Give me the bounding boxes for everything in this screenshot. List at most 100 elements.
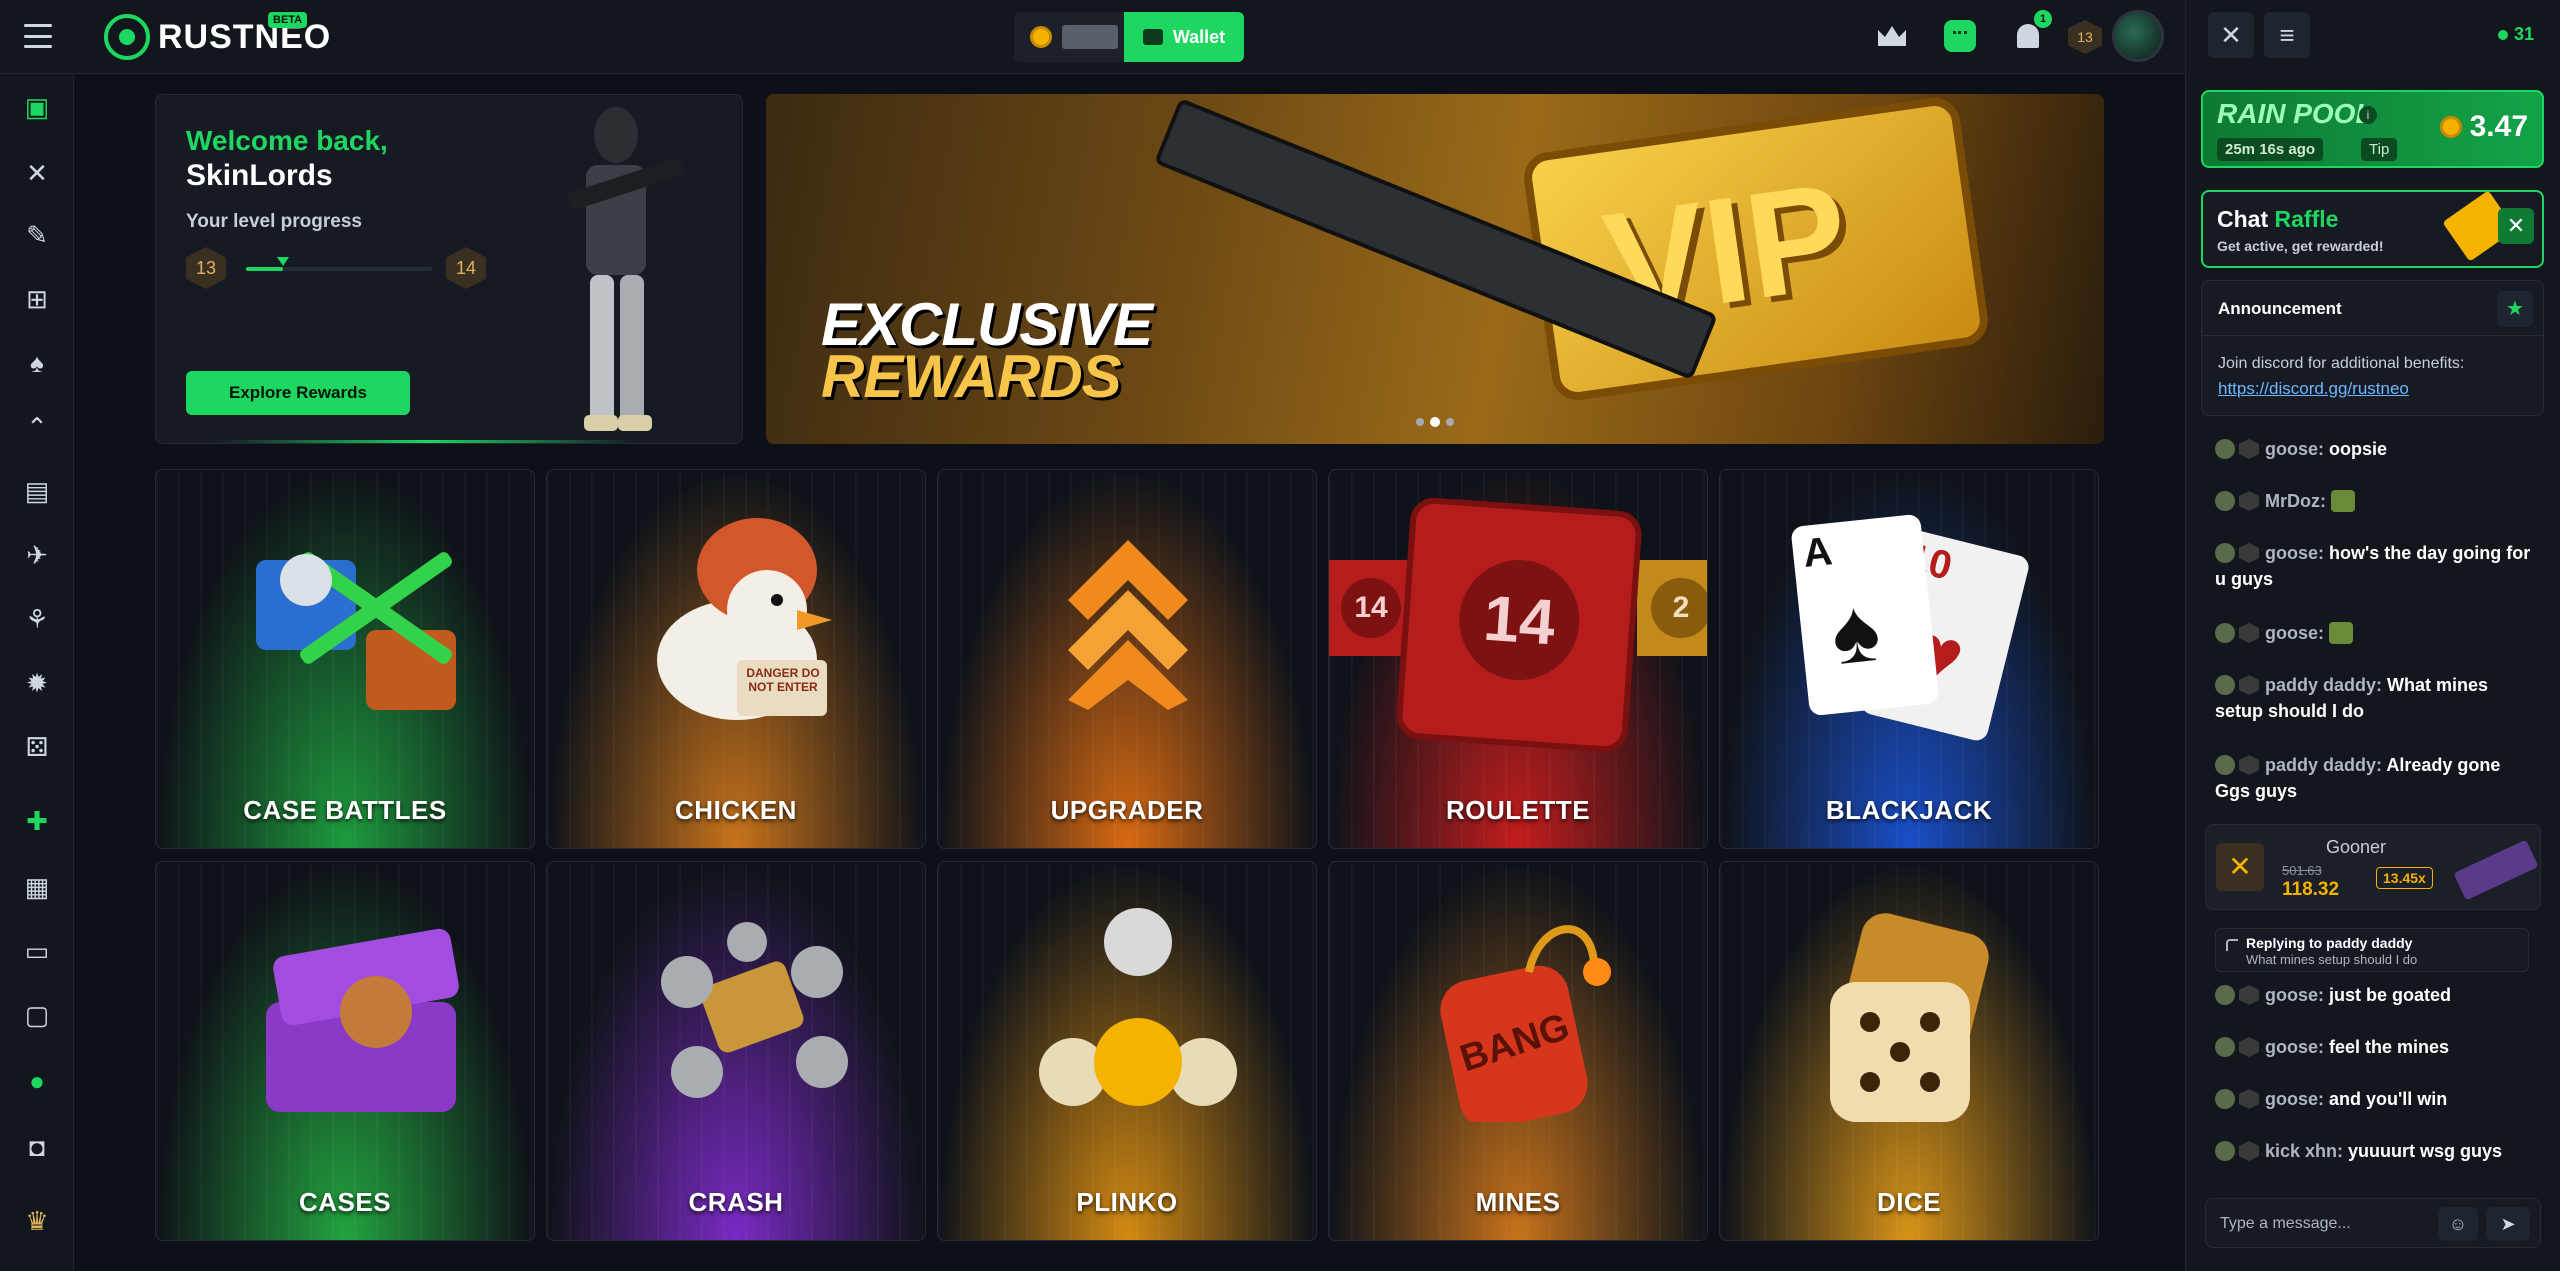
wallet-button[interactable]: Wallet — [1124, 12, 1244, 62]
user-avatar[interactable] — [2215, 675, 2235, 695]
rain-tip-button[interactable]: Tip — [2361, 138, 2398, 161]
wallet-icon — [1142, 29, 1163, 45]
sidebar-crash-icon[interactable]: ✈ — [20, 538, 54, 572]
close-raffle-button[interactable]: ✕ — [2498, 208, 2534, 244]
sidebar-cases-icon[interactable]: ▤ — [20, 474, 54, 508]
game-tile-roulette[interactable]: 14 2 14 ROULETTE — [1328, 469, 1708, 849]
sidebar-box-icon[interactable]: ▢ — [20, 998, 54, 1032]
discord-link[interactable]: https://discord.gg/rustneo — [2218, 379, 2409, 399]
sidebar-roulette-icon[interactable]: ⊞ — [20, 282, 54, 316]
brand-logo[interactable]: RUSTNEO BETA — [104, 12, 331, 60]
chat-username[interactable]: goose — [2265, 1089, 2318, 1109]
game-tile-crash[interactable]: CRASH — [546, 861, 926, 1241]
chat-raffle-card[interactable]: Chat Raffle Get active, get rewarded! ✕ — [2201, 190, 2544, 268]
chat-message[interactable]: goose: just be goated — [2215, 982, 2535, 1008]
chat-message[interactable]: goose: how's the day going for u guys — [2215, 540, 2535, 592]
chat-bubble-icon[interactable] — [1944, 20, 1976, 52]
notification-count: 1 — [2034, 10, 2052, 28]
chat-username[interactable]: kick xhn — [2265, 1141, 2337, 1161]
roulette-side-left: 14 — [1329, 560, 1409, 656]
sidebar-home-icon[interactable]: ▣ — [20, 90, 54, 124]
game-tile-mines[interactable]: BANG MINES — [1328, 861, 1708, 1241]
raffle-subtitle: Get active, get rewarded! — [2217, 238, 2384, 254]
emoji-icon[interactable]: ☺ — [2438, 1207, 2478, 1241]
send-icon[interactable]: ➤ — [2486, 1207, 2530, 1241]
chat-username[interactable]: goose — [2265, 1037, 2318, 1057]
avatar[interactable] — [2112, 10, 2164, 62]
colon: : — [2318, 543, 2330, 563]
chat-username[interactable]: goose — [2265, 985, 2318, 1005]
game-tile-case-battles[interactable]: CASE BATTLES — [155, 469, 535, 849]
chat-message[interactable]: paddy daddy: Already gone Ggs guys — [2215, 752, 2535, 804]
chat-username[interactable]: MrDoz — [2265, 491, 2320, 511]
user-avatar[interactable] — [2215, 1089, 2235, 1109]
chat-message[interactable]: kick xhn: yuuuurt wsg guys — [2215, 1138, 2535, 1164]
chat-username[interactable]: goose — [2265, 543, 2318, 563]
game-tile-blackjack[interactable]: 10 ♥ A ♠ BLACKJACK — [1719, 469, 2099, 849]
carousel-dot[interactable] — [1430, 417, 1440, 427]
drop-old-value: 501.63 — [2282, 863, 2322, 878]
chat-username[interactable]: paddy daddy — [2265, 675, 2376, 695]
info-icon[interactable]: i — [2359, 106, 2377, 124]
user-avatar[interactable] — [2215, 623, 2235, 643]
beta-badge: BETA — [268, 12, 308, 28]
drop-card[interactable]: ✕ Gooner 501.63 118.32 13.45x — [2205, 824, 2541, 910]
chat-message[interactable]: MrDoz: — [2215, 488, 2535, 514]
carousel-dot[interactable] — [1446, 418, 1454, 426]
close-chat-button[interactable]: ✕ — [2208, 12, 2254, 58]
sidebar-cards-icon[interactable]: ♠ — [20, 346, 54, 380]
sidebar-mines-icon[interactable]: ✹ — [20, 666, 54, 700]
game-tile-chicken[interactable]: DANGER DO NOT ENTER CHICKEN — [546, 469, 926, 849]
user-avatar[interactable] — [2215, 439, 2235, 459]
chat-menu-button[interactable]: ≡ — [2264, 12, 2310, 58]
sidebar-feather-icon[interactable]: ✎ — [20, 218, 54, 252]
rain-pool-title: RAIN POOL — [2217, 98, 2373, 129]
raffle-title-white: Chat — [2217, 206, 2269, 232]
carousel-dot[interactable] — [1416, 418, 1424, 426]
game-tile-upgrader[interactable]: UPGRADER — [937, 469, 1317, 849]
sidebar-upgrader-icon[interactable]: ⌃ — [20, 410, 54, 444]
game-tile-cases[interactable]: CASES — [155, 861, 535, 1241]
chat-message[interactable]: paddy daddy: What mines setup should I d… — [2215, 672, 2535, 724]
level-badge-icon — [2239, 543, 2259, 563]
pin-icon[interactable]: ★ — [2497, 291, 2533, 327]
menu-icon[interactable] — [24, 24, 52, 48]
chat-message[interactable]: goose: and you'll win — [2215, 1086, 2535, 1112]
user-avatar[interactable] — [2215, 1141, 2235, 1161]
chat-message[interactable]: goose: oopsie — [2215, 436, 2535, 462]
sidebar-dice-icon[interactable]: ⚄ — [20, 730, 54, 764]
chat-username[interactable]: paddy daddy — [2265, 755, 2376, 775]
user-avatar[interactable] — [2215, 543, 2235, 563]
game-artwork — [246, 902, 459, 1112]
user-avatar[interactable] — [2215, 491, 2235, 511]
balance-display[interactable] — [1014, 12, 1124, 62]
chat-message-input[interactable] — [2220, 1211, 2440, 1237]
sidebar-calendar-icon[interactable]: ▦ — [20, 870, 54, 904]
chat-username[interactable]: goose — [2265, 439, 2318, 459]
carousel-dots — [1416, 417, 1454, 427]
explore-rewards-button[interactable]: Explore Rewards — [186, 371, 410, 415]
sidebar-user-icon[interactable]: ● — [20, 1064, 54, 1098]
sidebar-trophy-icon[interactable]: ♛ — [20, 1204, 54, 1238]
case-battles-icon — [256, 552, 456, 710]
reply-preview[interactable]: Replying to paddy daddy What mines setup… — [2215, 928, 2529, 972]
colon: : — [2318, 1037, 2330, 1057]
level-badge-icon — [2239, 439, 2259, 459]
user-level-badge[interactable]: 13 — [2068, 20, 2102, 54]
promo-banner[interactable]: VIP EXCLUSIVE REWARDS — [766, 94, 2104, 444]
crown-icon[interactable] — [1876, 20, 1908, 52]
game-tile-dice[interactable]: DICE — [1719, 861, 2099, 1241]
sidebar-ticket-icon[interactable]: ▭ — [20, 934, 54, 968]
chat-message[interactable]: goose: feel the mines — [2215, 1034, 2535, 1060]
game-tile-plinko[interactable]: PLINKO — [937, 861, 1317, 1241]
chat-username[interactable]: goose — [2265, 623, 2318, 643]
sidebar-case-battles-icon[interactable]: ✕ — [20, 156, 54, 190]
sidebar-settings-icon[interactable]: ◘ — [20, 1130, 54, 1164]
chat-message[interactable]: goose: — [2215, 620, 2535, 646]
sidebar-chicken-icon[interactable]: ⚘ — [20, 602, 54, 636]
user-avatar[interactable] — [2215, 985, 2235, 1005]
sidebar-gift-icon[interactable]: ✚ — [20, 804, 54, 838]
user-avatar[interactable] — [2215, 755, 2235, 775]
user-avatar[interactable] — [2215, 1037, 2235, 1057]
rain-pool-card[interactable]: RAIN POOL i 25m 16s ago Tip 3.47 — [2201, 90, 2544, 168]
